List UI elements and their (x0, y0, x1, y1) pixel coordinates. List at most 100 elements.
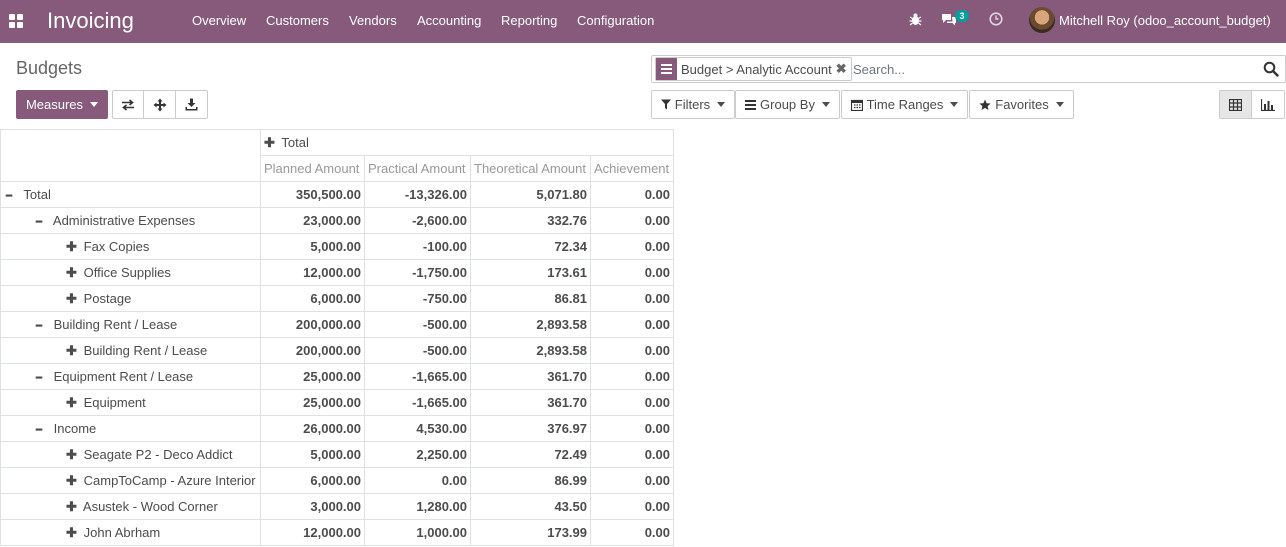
facet-remove-icon[interactable]: ✖ (836, 61, 851, 77)
debug-bug-icon[interactable] (909, 12, 922, 29)
menu-customers[interactable]: Customers (266, 13, 329, 29)
pivot-view-button[interactable] (1219, 90, 1252, 119)
row-header[interactable]: ━ Income (0, 415, 261, 442)
cell-value[interactable]: 200,000.00 (260, 337, 365, 364)
app-name[interactable]: Invoicing (47, 7, 134, 35)
cell-value[interactable]: 0.00 (590, 363, 674, 390)
cell-value[interactable]: 26,000.00 (260, 415, 365, 442)
cell-value[interactable]: 12,000.00 (260, 519, 365, 546)
cell-value[interactable]: 0.00 (590, 233, 674, 260)
cell-value[interactable]: 5,071.80 (470, 181, 591, 208)
flip-axis-button[interactable] (112, 90, 144, 119)
row-header[interactable]: ✚ Equipment (0, 389, 261, 416)
search-icon[interactable] (1263, 61, 1279, 80)
cell-value[interactable]: 4,530.00 (364, 415, 471, 442)
cell-value[interactable]: 0.00 (590, 285, 674, 312)
row-header[interactable]: ✚ Seagate P2 - Deco Addict (0, 441, 261, 468)
cell-value[interactable]: 173.61 (470, 259, 591, 286)
graph-view-button[interactable] (1251, 90, 1285, 119)
row-header[interactable]: ━ Building Rent / Lease (0, 311, 261, 338)
cell-value[interactable]: 25,000.00 (260, 363, 365, 390)
cell-value[interactable]: 86.81 (470, 285, 591, 312)
cell-value[interactable]: -750.00 (364, 285, 471, 312)
cell-value[interactable]: 0.00 (590, 441, 674, 468)
cell-value[interactable]: 332.76 (470, 207, 591, 234)
user-menu[interactable]: Mitchell Roy (odoo_account_budget) (1059, 13, 1271, 28)
filters-button[interactable]: Filters (651, 90, 735, 119)
cell-value[interactable]: -1,665.00 (364, 363, 471, 390)
apps-menu-icon[interactable] (9, 14, 23, 28)
cell-value[interactable]: 1,280.00 (364, 493, 471, 520)
cell-value[interactable]: 3,000.00 (260, 493, 365, 520)
row-header[interactable]: ━ Equipment Rent / Lease (0, 363, 261, 390)
cell-value[interactable]: -500.00 (364, 337, 471, 364)
row-header[interactable]: ✚ Asustek - Wood Corner (0, 493, 261, 520)
cell-value[interactable]: 376.97 (470, 415, 591, 442)
cell-value[interactable]: 2,893.58 (470, 337, 591, 364)
cell-value[interactable]: 1,000.00 (364, 519, 471, 546)
download-button[interactable] (175, 90, 208, 119)
cell-value[interactable]: 0.00 (590, 467, 674, 494)
cell-value[interactable]: 0.00 (590, 415, 674, 442)
cell-value[interactable]: 12,000.00 (260, 259, 365, 286)
cell-value[interactable]: 23,000.00 (260, 207, 365, 234)
cell-value[interactable]: 6,000.00 (260, 467, 365, 494)
cell-value[interactable]: -100.00 (364, 233, 471, 260)
cell-value[interactable]: 0.00 (590, 519, 674, 546)
cell-value[interactable]: 5,000.00 (260, 233, 365, 260)
cell-value[interactable]: 0.00 (364, 467, 471, 494)
search-input[interactable] (853, 60, 1253, 78)
cell-value[interactable]: 200,000.00 (260, 311, 365, 338)
cell-value[interactable]: 173.99 (470, 519, 591, 546)
cell-value[interactable]: 5,000.00 (260, 441, 365, 468)
menu-accounting[interactable]: Accounting (417, 13, 481, 29)
cell-value[interactable]: 0.00 (590, 493, 674, 520)
measure-header[interactable]: Planned Amount (260, 155, 365, 182)
cell-value[interactable]: -1,665.00 (364, 389, 471, 416)
cell-value[interactable]: 350,500.00 (260, 181, 365, 208)
cell-value[interactable]: 25,000.00 (260, 389, 365, 416)
cell-value[interactable]: 0.00 (590, 311, 674, 338)
cell-value[interactable]: 361.70 (470, 389, 591, 416)
cell-value[interactable]: 0.00 (590, 207, 674, 234)
cell-value[interactable]: -1,750.00 (364, 259, 471, 286)
cell-value[interactable]: 2,893.58 (470, 311, 591, 338)
row-header[interactable]: ✚ Office Supplies (0, 259, 261, 286)
measure-header[interactable]: Theoretical Amount (470, 155, 591, 182)
menu-reporting[interactable]: Reporting (501, 13, 557, 29)
cell-value[interactable]: 0.00 (590, 337, 674, 364)
user-avatar[interactable] (1029, 7, 1055, 33)
menu-vendors[interactable]: Vendors (349, 13, 397, 29)
cell-value[interactable]: -2,600.00 (364, 207, 471, 234)
row-header[interactable]: ✚ Building Rent / Lease (0, 337, 261, 364)
group-by-button[interactable]: Group By (735, 90, 840, 119)
measures-button[interactable]: Measures (16, 90, 108, 119)
cell-value[interactable]: 0.00 (590, 259, 674, 286)
cell-value[interactable]: -500.00 (364, 311, 471, 338)
cell-value[interactable]: 72.49 (470, 441, 591, 468)
row-header[interactable]: ✚ Postage (0, 285, 261, 312)
expand-all-button[interactable] (143, 90, 176, 119)
cell-value[interactable]: 361.70 (470, 363, 591, 390)
col-header-total[interactable]: ✚ Total (260, 129, 674, 156)
time-ranges-button[interactable]: Time Ranges (841, 90, 968, 119)
cell-value[interactable]: 0.00 (590, 389, 674, 416)
cell-value[interactable]: 2,250.00 (364, 441, 471, 468)
activity-clock-icon[interactable] (989, 12, 1003, 29)
cell-value[interactable]: 6,000.00 (260, 285, 365, 312)
cell-value[interactable]: 86.99 (470, 467, 591, 494)
menu-overview[interactable]: Overview (192, 13, 246, 29)
favorites-button[interactable]: Favorites (969, 90, 1074, 119)
row-header[interactable]: ✚ CampToCamp - Azure Interior (0, 467, 261, 494)
cell-value[interactable]: -13,326.00 (364, 181, 471, 208)
row-header[interactable]: ✚ Fax Copies (0, 233, 261, 260)
row-header[interactable]: ━ Total (0, 181, 261, 208)
measure-header[interactable]: Achievement (590, 155, 674, 182)
row-header[interactable]: ✚ John Abrham (0, 519, 261, 546)
measure-header[interactable]: Practical Amount (364, 155, 471, 182)
row-header[interactable]: ━ Administrative Expenses (0, 207, 261, 234)
menu-configuration[interactable]: Configuration (577, 13, 654, 29)
cell-value[interactable]: 72.34 (470, 233, 591, 260)
cell-value[interactable]: 43.50 (470, 493, 591, 520)
cell-value[interactable]: 0.00 (590, 181, 674, 208)
